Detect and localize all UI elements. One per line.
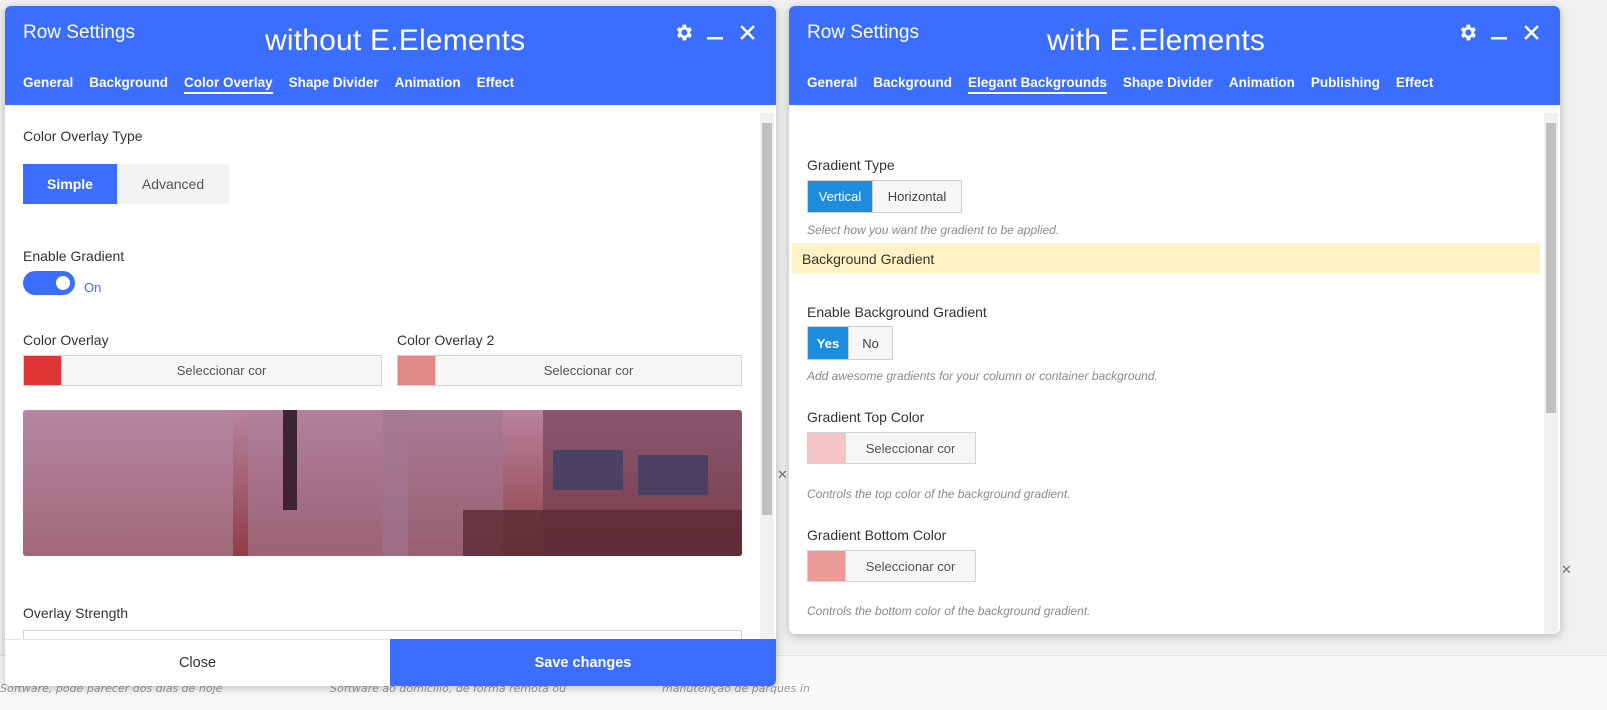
enable-bg-gradient-selector: Yes No [807, 326, 893, 360]
tab-effect[interactable]: Effect [1396, 75, 1434, 94]
gradient-type-hint: Select how you want the gradient to be a… [807, 223, 1060, 237]
save-changes-button[interactable]: Save changes [390, 639, 776, 686]
gradient-top-color-picker[interactable]: Seleccionar cor [807, 432, 976, 464]
tab-elegant-backgrounds[interactable]: Elegant Backgrounds [968, 75, 1107, 94]
no-button[interactable]: No [848, 327, 892, 359]
minimize-icon[interactable] [704, 20, 726, 44]
close-icon: ✕ [1561, 563, 1572, 578]
color-swatch [24, 356, 62, 385]
minimize-icon[interactable] [1488, 20, 1510, 44]
tab-general[interactable]: General [23, 75, 73, 94]
select-color-label: Seleccionar cor [176, 363, 267, 378]
enable-bg-gradient-label: Enable Background Gradient [807, 304, 987, 320]
scrollbar-thumb[interactable] [762, 123, 772, 515]
gradient-bottom-color-picker[interactable]: Seleccionar cor [807, 550, 976, 582]
enable-gradient-label: Enable Gradient [23, 248, 125, 264]
color-swatch [808, 551, 846, 581]
tab-shape-divider[interactable]: Shape Divider [289, 75, 379, 94]
close-icon[interactable] [736, 20, 758, 44]
tab-animation[interactable]: Animation [1229, 75, 1295, 94]
background-gradient-section: Background Gradient [792, 243, 1540, 274]
scrollbar-thumb[interactable] [1546, 123, 1556, 413]
row-settings-modal-right: Row Settings with E.Elements General Bac… [789, 6, 1560, 634]
enable-bg-gradient-hint: Add awesome gradients for your column or… [807, 369, 1158, 383]
tab-effect[interactable]: Effect [477, 75, 515, 94]
select-color-label: Seleccionar cor [543, 363, 634, 378]
gradient-type-selector: Vertical Horizontal [807, 180, 962, 213]
tab-animation[interactable]: Animation [395, 75, 461, 94]
gradient-type-label: Gradient Type [807, 157, 895, 173]
color-overlay-type-selector: Simple Advanced [23, 164, 229, 204]
modal-body: Color Overlay Type Simple Advanced Enabl… [5, 105, 776, 642]
tab-shape-divider[interactable]: Shape Divider [1123, 75, 1213, 94]
color-swatch [808, 433, 846, 463]
advanced-button[interactable]: Advanced [117, 164, 229, 204]
color-overlay-2-picker[interactable]: Seleccionar cor [397, 355, 742, 386]
toggle-state: On [84, 280, 102, 295]
tab-publishing[interactable]: Publishing [1311, 75, 1380, 94]
tab-background[interactable]: Background [873, 75, 952, 94]
overlay-strength-label: Overlay Strength [23, 605, 129, 621]
comparison-caption: with E.Elements [1047, 24, 1266, 57]
vertical-button[interactable]: Vertical [808, 181, 872, 212]
tab-color-overlay[interactable]: Color Overlay [184, 75, 273, 94]
tab-bar: General Background Elegant Backgrounds S… [807, 75, 1433, 94]
select-color-label: Seleccionar cor [865, 558, 956, 574]
gradient-top-color-hint: Controls the top color of the background… [807, 487, 1071, 501]
simple-button[interactable]: Simple [23, 164, 117, 204]
modal-body: Gradient Type Vertical Horizontal Select… [789, 105, 1560, 634]
gear-icon[interactable] [672, 20, 694, 44]
modal-header: Row Settings without E.Elements General … [5, 6, 776, 105]
enable-gradient-toggle[interactable] [23, 271, 75, 295]
overlay-preview-image [23, 410, 742, 556]
gradient-top-color-label: Gradient Top Color [807, 409, 925, 425]
color-overlay-label: Color Overlay [23, 332, 109, 348]
close-icon[interactable] [1520, 20, 1542, 44]
tab-general[interactable]: General [807, 75, 857, 94]
tab-background[interactable]: Background [89, 75, 168, 94]
color-overlay-2-label: Color Overlay 2 [397, 332, 495, 348]
modal-header: Row Settings with E.Elements General Bac… [789, 6, 1560, 105]
close-icon: ✕ [777, 468, 788, 483]
comparison-caption: without E.Elements [265, 24, 526, 57]
select-color-label: Seleccionar cor [865, 440, 956, 456]
gradient-bottom-color-label: Gradient Bottom Color [807, 527, 947, 543]
color-swatch [398, 356, 436, 385]
tab-bar: General Background Color Overlay Shape D… [23, 75, 514, 94]
close-button[interactable]: Close [5, 639, 390, 686]
yes-button[interactable]: Yes [808, 327, 848, 359]
color-overlay-type-label: Color Overlay Type [23, 128, 143, 144]
horizontal-button[interactable]: Horizontal [872, 181, 961, 212]
gradient-bottom-color-hint: Controls the bottom color of the backgro… [807, 604, 1091, 618]
modal-title: Row Settings [23, 22, 135, 43]
color-overlay-picker[interactable]: Seleccionar cor [23, 355, 382, 386]
modal-title: Row Settings [807, 22, 919, 43]
gear-icon[interactable] [1456, 20, 1478, 44]
row-settings-modal-left: Row Settings without E.Elements General … [5, 6, 776, 686]
